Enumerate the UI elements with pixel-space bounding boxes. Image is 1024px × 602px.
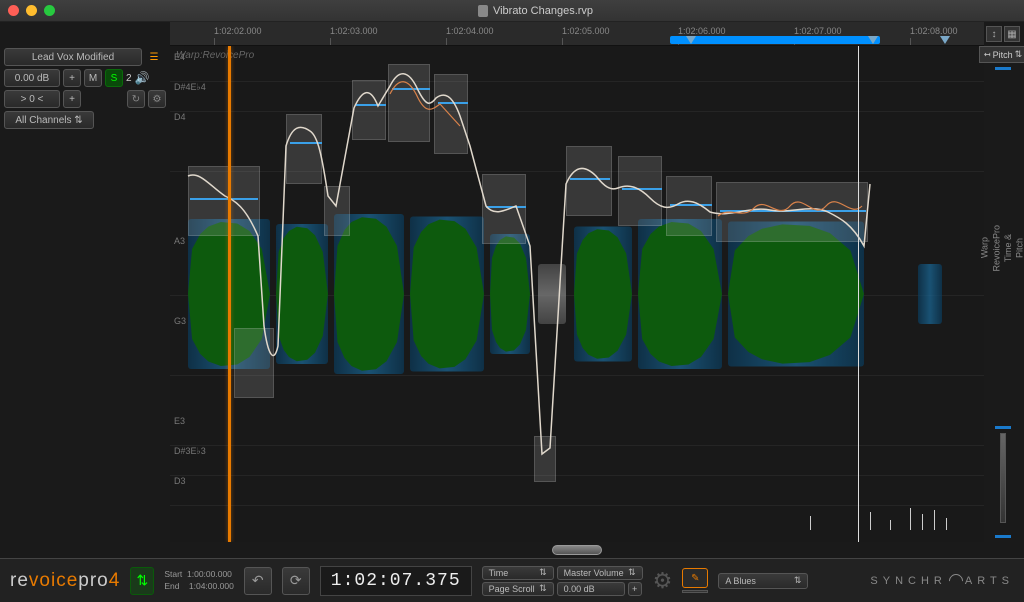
timeline-ruler[interactable]: 1:02:02.000 1:02:03.000 1:02:04.000 1:02…: [170, 22, 984, 46]
view-mode-selector[interactable]: ↤Pitch⇅: [979, 46, 1024, 63]
marker[interactable]: [940, 36, 950, 44]
pitch-target: [670, 204, 712, 206]
tool-slot[interactable]: [682, 590, 708, 593]
marker-in[interactable]: [686, 36, 696, 44]
note-lane: E3: [170, 416, 984, 446]
note-block[interactable]: [566, 146, 612, 216]
transient-marker: [922, 514, 923, 530]
ruler-tick: 1:02:05.000: [562, 22, 610, 45]
gain-field[interactable]: 0.00 dB: [4, 69, 60, 87]
master-volume-selector[interactable]: Master Volume⇅: [557, 566, 643, 580]
note-block[interactable]: [234, 328, 274, 398]
pan-add-button[interactable]: +: [63, 90, 81, 108]
pan-field[interactable]: > 0 <: [4, 90, 60, 108]
zoom-slider[interactable]: [1000, 433, 1006, 523]
fit-vertical-button[interactable]: ↕: [986, 26, 1002, 42]
loop-toggle-button[interactable]: ⇅: [130, 567, 154, 595]
pitch-editor-view[interactable]: Warp:RevoicePro E4 D#4E♭4 D4 A3 G3 E3 D#…: [170, 46, 984, 542]
note-lane: E4: [170, 52, 984, 82]
logo-arc-icon: [946, 571, 966, 591]
note-block[interactable]: [188, 166, 260, 236]
channel-selector[interactable]: All Channels ⇅: [4, 111, 94, 129]
transient-marker: [890, 520, 891, 530]
gain-add-button[interactable]: +: [63, 69, 81, 87]
transient-marker: [910, 508, 911, 530]
close-window-button[interactable]: [8, 5, 19, 16]
edit-cursor[interactable]: [228, 46, 231, 542]
layer-count: 2: [126, 73, 132, 84]
scale-selector[interactable]: A Blues⇅: [718, 573, 808, 589]
chevron-updown-icon: ⇅: [1015, 49, 1023, 60]
note-block[interactable]: [618, 156, 662, 226]
minimize-window-button[interactable]: [26, 5, 37, 16]
track-header-panel: Lead Vox Modified ☰ 0.00 dB + M S 2 🔊 > …: [4, 48, 166, 132]
volume-add-button[interactable]: +: [628, 582, 642, 596]
right-tool-rail: ↤Pitch⇅ Warp RevoicePro Time & Pitch: [986, 46, 1020, 542]
cycle-button[interactable]: ⟳: [282, 567, 310, 595]
level-tick: [995, 535, 1011, 538]
transport-bar: revoicepro4 ⇅ Start 1:00:00.000 End 1:04…: [0, 558, 1024, 602]
undo-button[interactable]: ↶: [244, 567, 272, 595]
note-block[interactable]: [286, 114, 322, 184]
scrollbar-thumb[interactable]: [552, 545, 602, 555]
document-icon: [478, 5, 488, 17]
solo-button[interactable]: S: [105, 69, 123, 87]
track-settings-button[interactable]: ⚙: [148, 90, 166, 108]
pitch-target: [486, 206, 526, 208]
speaker-icon[interactable]: 🔊: [135, 71, 150, 85]
ruler-tick: 1:02:08.000: [910, 22, 958, 45]
pitch-target: [356, 104, 386, 106]
scroll-mode-selector[interactable]: Page Scroll⇅: [482, 582, 554, 596]
level-tick: [995, 426, 1011, 429]
note-lane: D#4E♭4: [170, 82, 984, 112]
transient-marker: [870, 512, 871, 530]
pitch-target: [392, 88, 430, 90]
selection-range[interactable]: [670, 36, 880, 44]
note-lane: D#3E♭3: [170, 446, 984, 476]
pitch-target: [720, 210, 866, 212]
note-block[interactable]: [482, 174, 526, 244]
track-options-icon[interactable]: ☰: [145, 48, 163, 66]
note-block[interactable]: [388, 64, 430, 142]
window-title: Vibrato Changes.rvp: [55, 5, 1016, 17]
note-block[interactable]: [666, 176, 712, 236]
pitch-target: [570, 178, 610, 180]
master-volume-value[interactable]: 0.00 dB: [557, 582, 625, 596]
note-block[interactable]: [716, 182, 868, 242]
note-lane: D3: [170, 476, 984, 506]
pitch-target: [190, 198, 258, 200]
level-tick: [995, 67, 1011, 70]
transient-marker: [810, 516, 811, 530]
transient-marker: [946, 518, 947, 530]
note-block[interactable]: [324, 186, 350, 236]
ruler-tick: 1:02:02.000: [214, 22, 262, 45]
ruler-tick: 1:02:04.000: [446, 22, 494, 45]
note-block[interactable]: [434, 74, 468, 154]
timecode-display[interactable]: 1:02:07.375: [320, 566, 472, 596]
settings-gear-icon[interactable]: ⚙: [653, 568, 673, 594]
company-brand: SYNCHRARTS: [870, 574, 1014, 588]
pitch-target: [622, 188, 662, 190]
transient-marker: [934, 510, 935, 530]
note-block[interactable]: [352, 80, 386, 140]
grid-toggle-button[interactable]: ▦: [1004, 26, 1020, 42]
mute-button[interactable]: M: [84, 69, 102, 87]
titlebar: Vibrato Changes.rvp: [0, 0, 1024, 22]
pitch-target: [290, 142, 322, 144]
draw-tool-button[interactable]: ✎: [682, 568, 708, 588]
horizontal-scrollbar[interactable]: [170, 544, 984, 556]
note-block[interactable]: [534, 436, 556, 482]
playhead[interactable]: [858, 46, 859, 542]
zoom-window-button[interactable]: [44, 5, 55, 16]
track-name-button[interactable]: Lead Vox Modified: [4, 48, 142, 66]
reload-button[interactable]: ↻: [127, 90, 145, 108]
time-mode-selector[interactable]: Time⇅: [482, 566, 554, 580]
range-display: Start 1:00:00.000 End 1:04:00.000: [164, 569, 233, 591]
ruler-tick: 1:02:03.000: [330, 22, 378, 45]
app-brand: revoicepro4: [10, 570, 120, 592]
process-tooltip: Warp RevoicePro Time & Pitch: [980, 225, 1024, 272]
pitch-target: [438, 102, 468, 104]
chevron-updown-icon: ⇅: [74, 115, 82, 126]
marker-out[interactable]: [868, 36, 878, 44]
